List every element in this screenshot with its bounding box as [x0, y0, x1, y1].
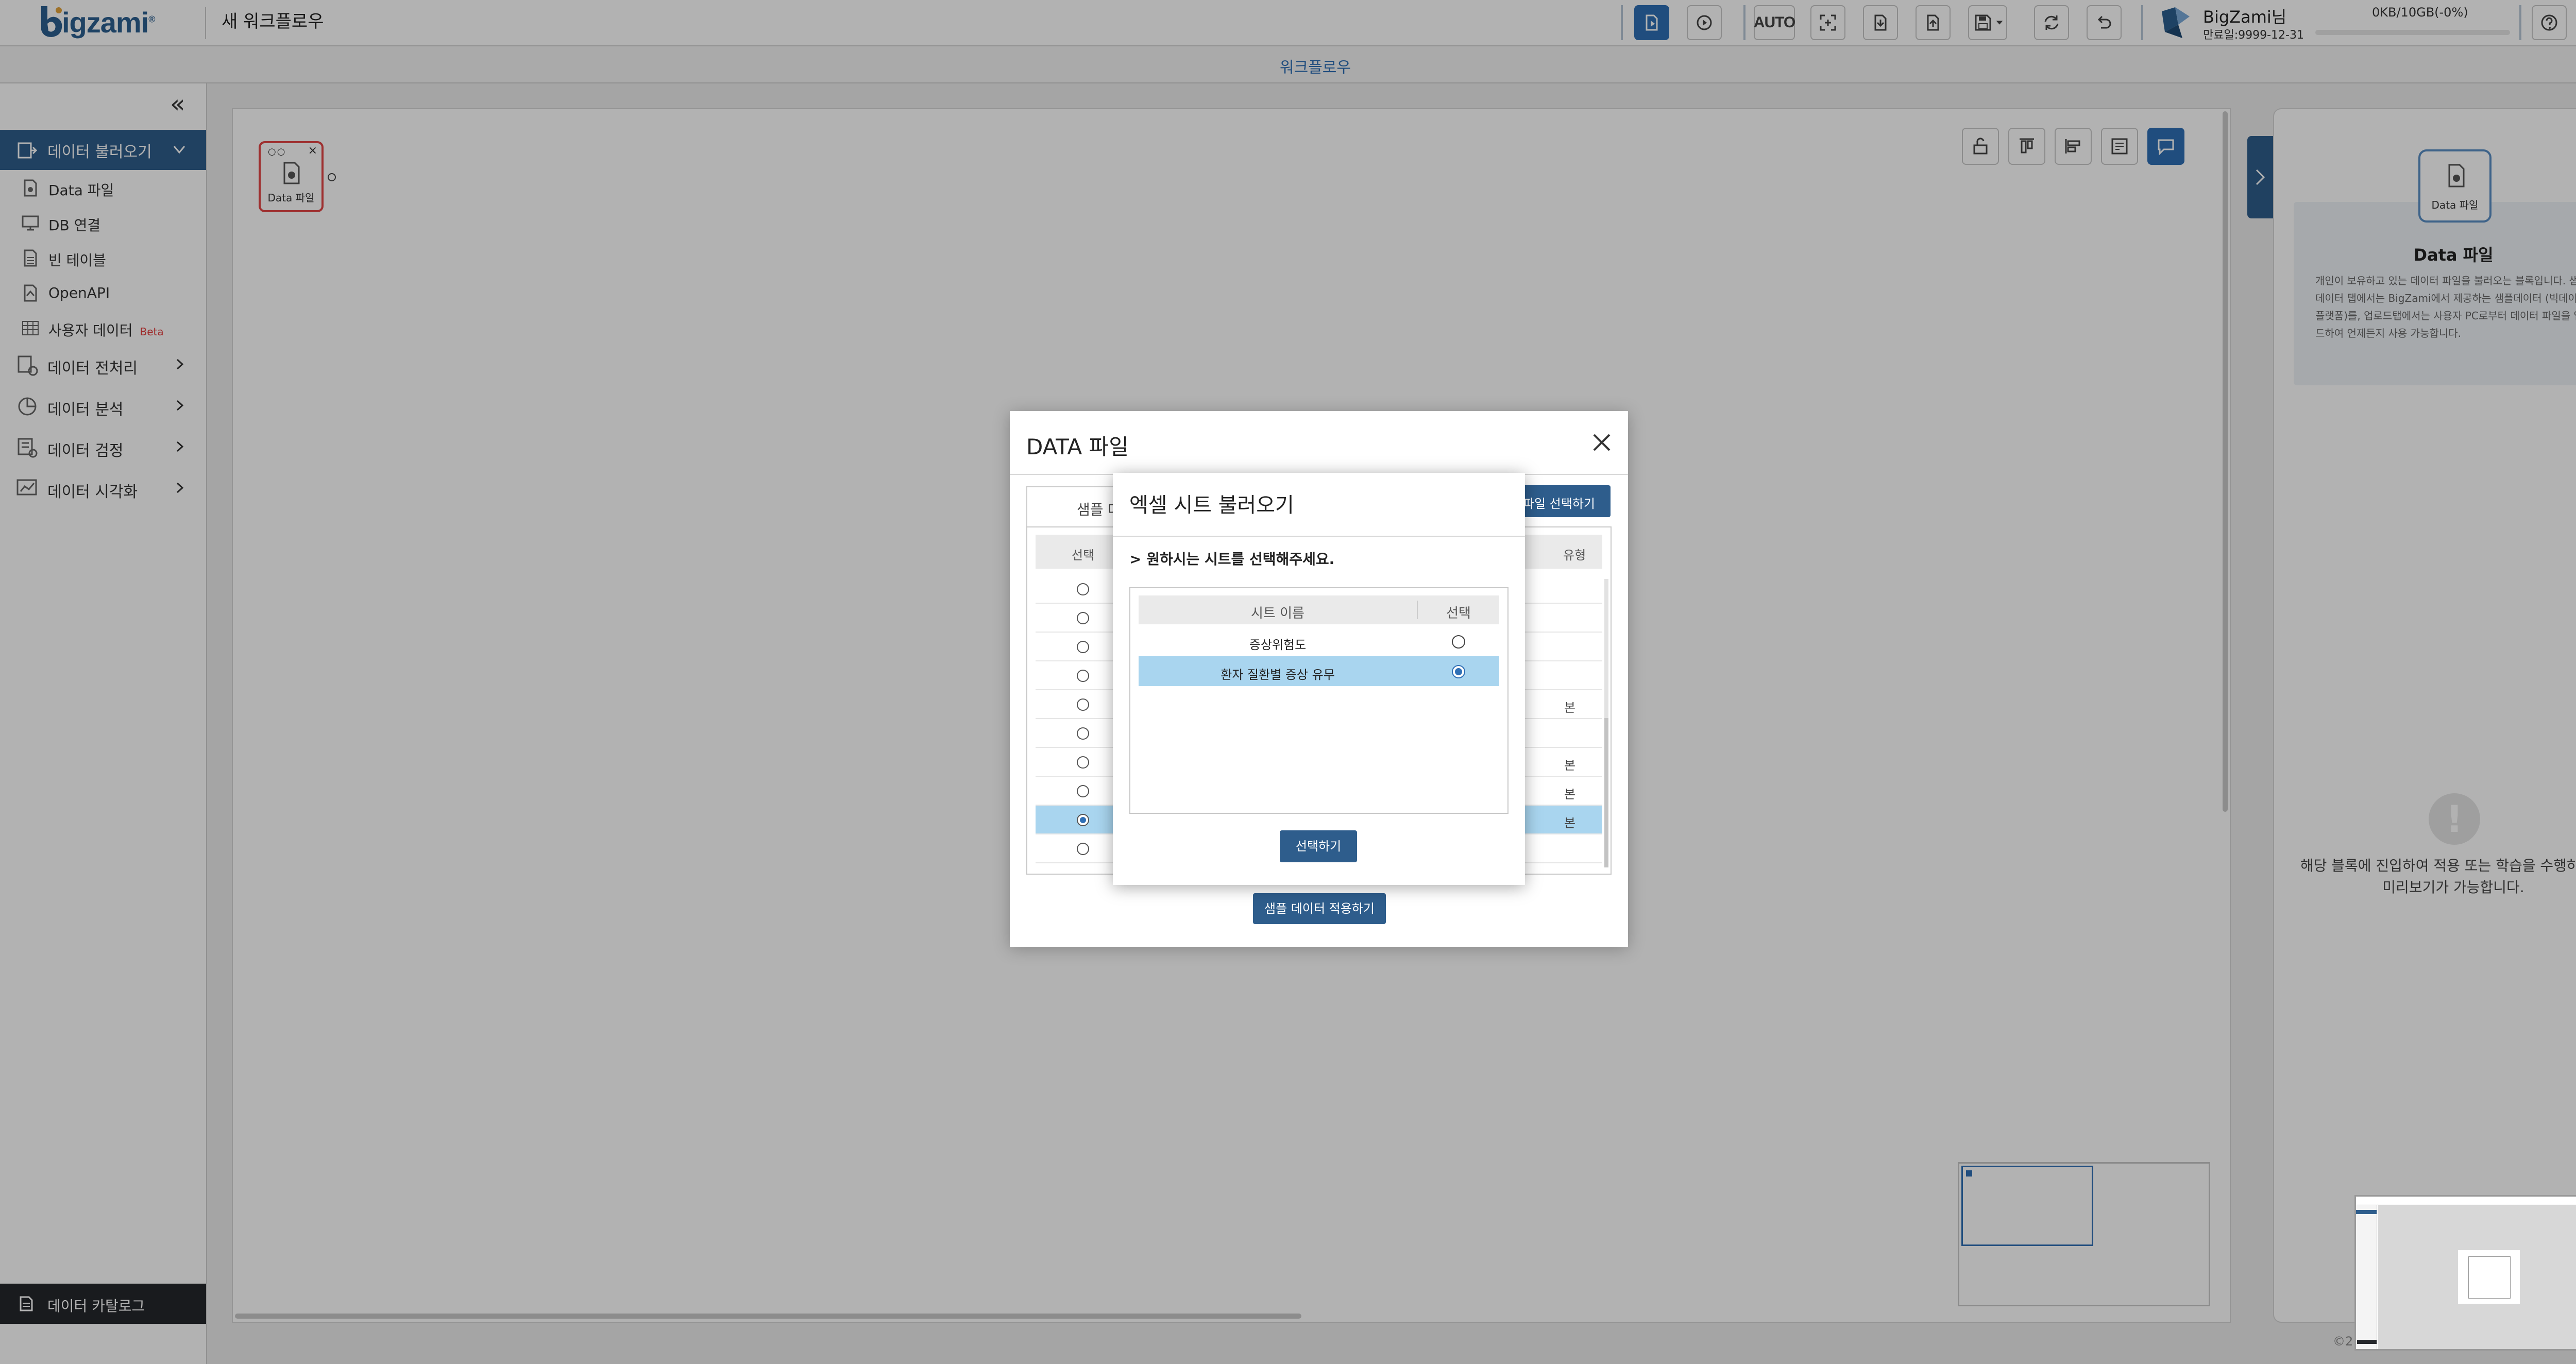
row-radio[interactable] [1077, 612, 1089, 624]
row-radio[interactable] [1077, 583, 1089, 595]
sheet-radio[interactable] [1452, 665, 1465, 678]
row-radio[interactable] [1077, 698, 1089, 711]
sheet-radio[interactable] [1452, 635, 1465, 649]
dialog-header: 엑셀 시트 불러오기 [1113, 473, 1525, 537]
apply-sample-data-button[interactable]: 샘플 데이터 적용하기 [1253, 893, 1386, 924]
col-select-header: 선택 [1446, 606, 1471, 621]
excel-sheet-dialog: 엑셀 시트 불러오기 > 원하시는 시트를 선택해주세요. 시트 이름 선택 증… [1113, 473, 1525, 885]
row-radio[interactable] [1077, 756, 1089, 769]
sheet-row-selected[interactable]: 환자 질환별 증상 유무 [1139, 656, 1499, 686]
select-sheet-button[interactable]: 선택하기 [1280, 830, 1357, 862]
close-icon[interactable] [1590, 431, 1614, 454]
sheet-name: 증상위험도 [1249, 638, 1307, 652]
col-type-header: 유형 [1563, 548, 1586, 562]
row-radio[interactable] [1077, 641, 1089, 653]
row-radio[interactable] [1077, 670, 1089, 682]
dialog-title: 엑셀 시트 불러오기 [1129, 493, 1294, 517]
dialog-header: DATA 파일 [1010, 411, 1628, 475]
col-sheet-name-header: 시트 이름 [1251, 606, 1304, 621]
list-scrollbar[interactable] [1604, 579, 1608, 867]
sheet-row[interactable]: 증상위험도 [1139, 626, 1499, 656]
sheet-table: 시트 이름 선택 증상위험도 환자 질환별 증상 유무 [1129, 587, 1509, 814]
screen-thumbnail-preview[interactable] [2354, 1195, 2576, 1351]
row-radio[interactable] [1077, 727, 1089, 740]
dialog-title: DATA 파일 [1026, 434, 1129, 459]
sheet-table-header: 시트 이름 선택 [1139, 595, 1499, 624]
sheet-name: 환자 질환별 증상 유무 [1221, 668, 1335, 682]
row-radio[interactable] [1077, 785, 1089, 797]
row-radio[interactable] [1077, 814, 1089, 826]
sheet-instruction: > 원하시는 시트를 선택해주세요. [1129, 551, 1335, 568]
row-radio[interactable] [1077, 843, 1089, 855]
col-select-header: 선택 [1072, 548, 1095, 562]
